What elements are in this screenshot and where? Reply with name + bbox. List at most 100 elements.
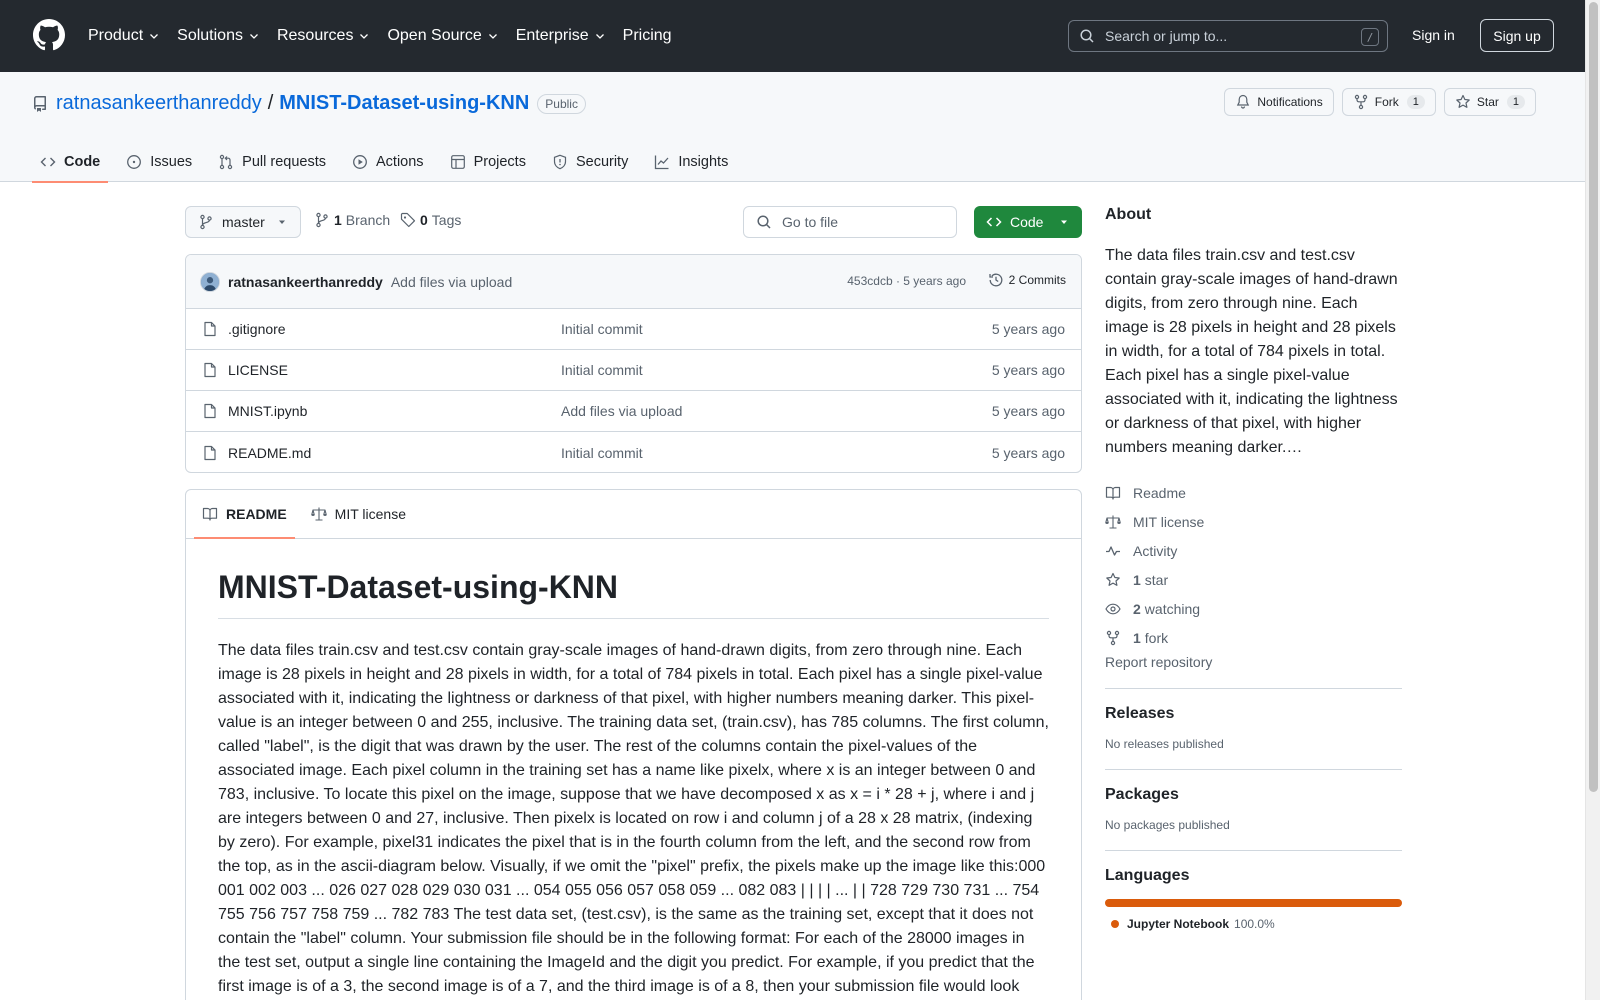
file-name-link[interactable]: .gitignore — [228, 321, 286, 337]
tab-issues[interactable]: Issues — [118, 142, 200, 182]
sign-in-link[interactable]: Sign in — [1412, 27, 1455, 43]
packages-empty-text: No packages published — [1105, 818, 1230, 832]
stars-link[interactable]: 1 star — [1105, 565, 1402, 594]
caret-down-icon — [1061, 220, 1067, 224]
commits-history-link[interactable]: 2 Commits — [988, 272, 1066, 288]
page-scrollbar[interactable] — [1585, 0, 1600, 1000]
stars-label: star — [1144, 571, 1169, 588]
tab-insights[interactable]: Insights — [646, 142, 736, 182]
watchers-link[interactable]: 2 watching — [1105, 594, 1402, 623]
tab-actions[interactable]: Actions — [344, 142, 432, 182]
scrollbar-thumb[interactable] — [1589, 2, 1598, 792]
file-commit-link[interactable]: Initial commit — [561, 321, 643, 337]
file-name-link[interactable]: MNIST.ipynb — [228, 403, 307, 419]
tags-link[interactable]: 0 Tags — [400, 212, 461, 228]
global-header: Product Solutions Resources Open Source … — [0, 0, 1585, 72]
file-commit-link[interactable]: Initial commit — [561, 445, 643, 461]
visibility-badge: Public — [537, 93, 586, 114]
releases-heading[interactable]: Releases — [1105, 705, 1402, 723]
nav-solutions[interactable]: Solutions — [177, 27, 260, 45]
commit-hash-time[interactable]: 453cdcb · 5 years ago — [847, 274, 966, 288]
go-to-file-input[interactable]: Go to file — [743, 206, 957, 238]
repo-icon — [33, 95, 46, 112]
tab-pull-requests-label: Pull requests — [242, 154, 326, 170]
nav-open-source[interactable]: Open Source — [387, 27, 498, 45]
search-input[interactable]: Search or jump to... / — [1068, 20, 1388, 52]
repo-title: ratnasankeerthanreddy / MNIST-Dataset-us… — [32, 92, 586, 115]
readme-link[interactable]: Readme — [1105, 478, 1402, 507]
language-color-dot — [1111, 920, 1119, 928]
fork-count: 1 — [1406, 95, 1425, 109]
file-date: 5 years ago — [991, 444, 1065, 461]
file-row[interactable]: README.md Initial commit 5 years ago — [186, 432, 1081, 472]
tab-security[interactable]: Security — [544, 142, 636, 182]
pulse-icon — [1106, 545, 1120, 556]
file-date: 5 years ago — [991, 362, 1065, 378]
nav-pricing[interactable]: Pricing — [623, 27, 672, 45]
star-button[interactable]: Star 1 — [1443, 88, 1536, 116]
nav-enterprise[interactable]: Enterprise — [516, 27, 606, 45]
star-icon — [1106, 572, 1120, 586]
report-repository-link[interactable]: Report repository — [1105, 654, 1402, 670]
nav-resources[interactable]: Resources — [277, 27, 370, 45]
history-icon — [989, 273, 1003, 287]
divider — [1105, 688, 1402, 689]
file-name-link[interactable]: README.md — [228, 445, 311, 461]
star-count: 1 — [1506, 95, 1525, 109]
packages-heading[interactable]: Packages — [1105, 786, 1402, 804]
sign-up-button[interactable]: Sign up — [1480, 19, 1554, 52]
github-logo-icon[interactable] — [33, 19, 65, 51]
file-commit-link[interactable]: Add files via upload — [561, 403, 682, 419]
about-sidebar: About The data files train.csv and test.… — [1105, 206, 1402, 931]
code-dropdown-button[interactable]: Code — [974, 206, 1082, 238]
file-name-link[interactable]: LICENSE — [228, 362, 288, 378]
language-item[interactable]: Jupyter Notebook 100.0% — [1105, 917, 1402, 931]
tab-insights-label: Insights — [678, 154, 729, 170]
tab-actions-label: Actions — [376, 154, 424, 170]
shield-icon — [553, 154, 567, 170]
tab-license[interactable]: MIT license — [303, 490, 414, 538]
divider — [1105, 769, 1402, 770]
license-link[interactable]: MIT license — [1105, 507, 1402, 536]
fork-button[interactable]: Fork 1 — [1341, 88, 1436, 116]
file-icon — [204, 445, 216, 460]
repo-name-link[interactable]: MNIST-Dataset-using-KNN — [279, 92, 529, 115]
notifications-button[interactable]: Notifications — [1224, 88, 1334, 116]
tab-readme-label: README — [226, 506, 287, 522]
file-row[interactable]: LICENSE Initial commit 5 years ago — [186, 350, 1081, 391]
forks-link[interactable]: 1 fork — [1105, 623, 1402, 652]
file-commit-link[interactable]: Initial commit — [561, 362, 643, 378]
readme-link-label: Readme — [1133, 484, 1186, 501]
branch-select-button[interactable]: master — [185, 206, 301, 238]
readme-content: MNIST-Dataset-using-KNN The data files t… — [186, 539, 1081, 1000]
book-icon — [202, 507, 218, 521]
tab-license-label: MIT license — [334, 506, 406, 522]
activity-link[interactable]: Activity — [1105, 536, 1402, 565]
releases-empty-text: No releases published — [1105, 737, 1224, 751]
activity-link-label: Activity — [1133, 542, 1178, 559]
commit-message-link[interactable]: Add files via upload — [391, 274, 512, 290]
watching-count: 2 — [1133, 600, 1141, 617]
branch-count: 1 — [334, 212, 342, 228]
readme-paragraph: The data files train.csv and test.csv co… — [218, 642, 1049, 995]
commit-author-link[interactable]: ratnasankeerthanreddy — [228, 274, 383, 290]
nav-enterprise-label: Enterprise — [515, 27, 589, 44]
avatar[interactable] — [200, 271, 220, 292]
language-percent: 100.0% — [1234, 917, 1275, 931]
repo-owner-link[interactable]: ratnasankeerthanreddy — [56, 92, 262, 115]
tab-pull-requests[interactable]: Pull requests — [210, 142, 334, 182]
file-row[interactable]: .gitignore Initial commit 5 years ago — [186, 309, 1081, 350]
search-shortcut-key: / — [1361, 28, 1379, 46]
file-date: 5 years ago — [991, 321, 1065, 337]
file-row[interactable]: MNIST.ipynb Add files via upload 5 years… — [186, 391, 1081, 432]
tab-code[interactable]: Code — [32, 142, 109, 183]
file-icon — [204, 403, 216, 419]
nav-product[interactable]: Product — [88, 27, 160, 45]
tag-count: 0 — [420, 212, 428, 228]
forks-count: 1 — [1133, 629, 1141, 646]
divider — [1105, 850, 1402, 851]
tab-readme[interactable]: README — [194, 490, 295, 539]
tag-label: Tags — [431, 212, 462, 228]
branches-link[interactable]: 1 Branch — [314, 212, 390, 228]
tab-projects[interactable]: Projects — [442, 142, 534, 182]
